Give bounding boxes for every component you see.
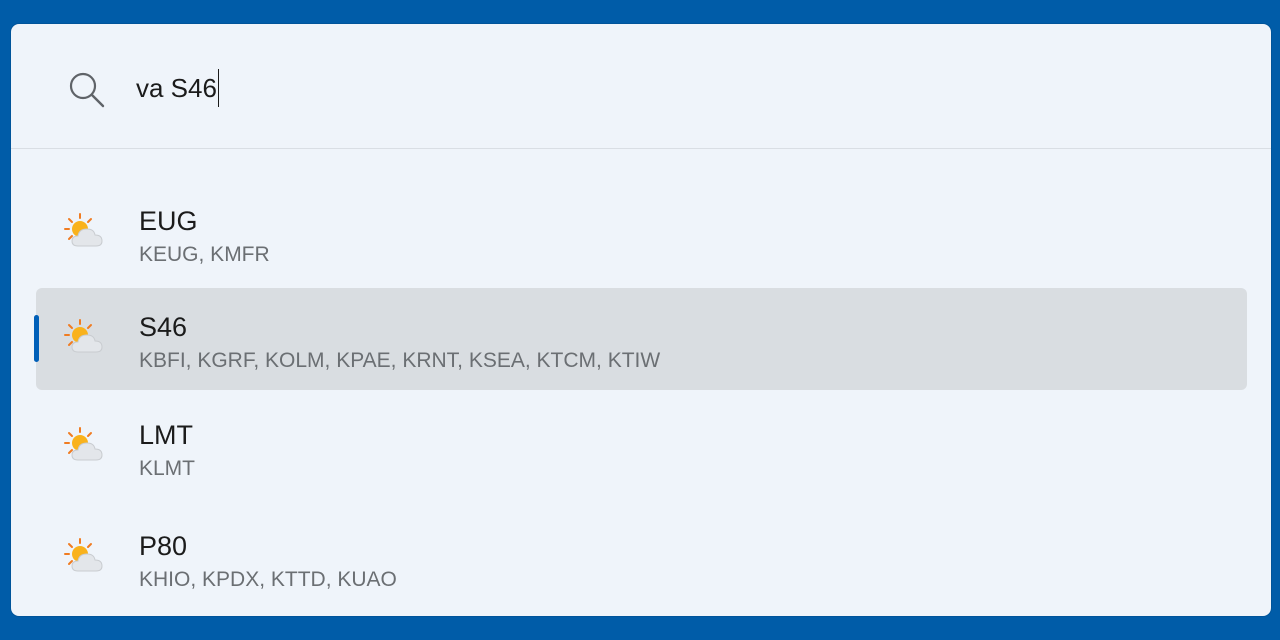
text-caret xyxy=(217,69,220,107)
result-item-eug[interactable]: EUG KEUG, KMFR xyxy=(36,184,1247,286)
partly-cloudy-icon xyxy=(64,213,103,247)
result-subtitle: KHIO, KPDX, KTTD, KUAO xyxy=(139,568,397,591)
search-input[interactable]: va S46 xyxy=(136,69,220,107)
result-item-lmt[interactable]: LMT KLMT xyxy=(36,398,1247,500)
result-item-s46[interactable]: S46 KBFI, KGRF, KOLM, KPAE, KRNT, KSEA, … xyxy=(34,288,1247,390)
result-subtitle: KBFI, KGRF, KOLM, KPAE, KRNT, KSEA, KTCM… xyxy=(139,349,661,372)
result-subtitle: KEUG, KMFR xyxy=(139,243,270,266)
selection-indicator xyxy=(34,315,39,362)
result-subtitle: KLMT xyxy=(139,457,196,480)
result-title: S46 xyxy=(139,312,188,342)
search-query: va S46 xyxy=(136,73,217,103)
search-bar[interactable]: va S46 xyxy=(11,24,1271,149)
partly-cloudy-icon xyxy=(64,538,103,572)
search-icon xyxy=(69,72,105,108)
partly-cloudy-icon xyxy=(64,427,103,461)
partly-cloudy-icon xyxy=(64,319,103,353)
result-title: EUG xyxy=(139,206,198,236)
result-title: LMT xyxy=(139,420,193,450)
result-item-p80[interactable]: P80 KHIO, KPDX, KTTD, KUAO xyxy=(36,509,1247,611)
search-panel: va S46 EUG KEUG, KMFR S46 KBFI, KGRF, KO… xyxy=(11,24,1271,616)
result-title: P80 xyxy=(139,531,188,561)
